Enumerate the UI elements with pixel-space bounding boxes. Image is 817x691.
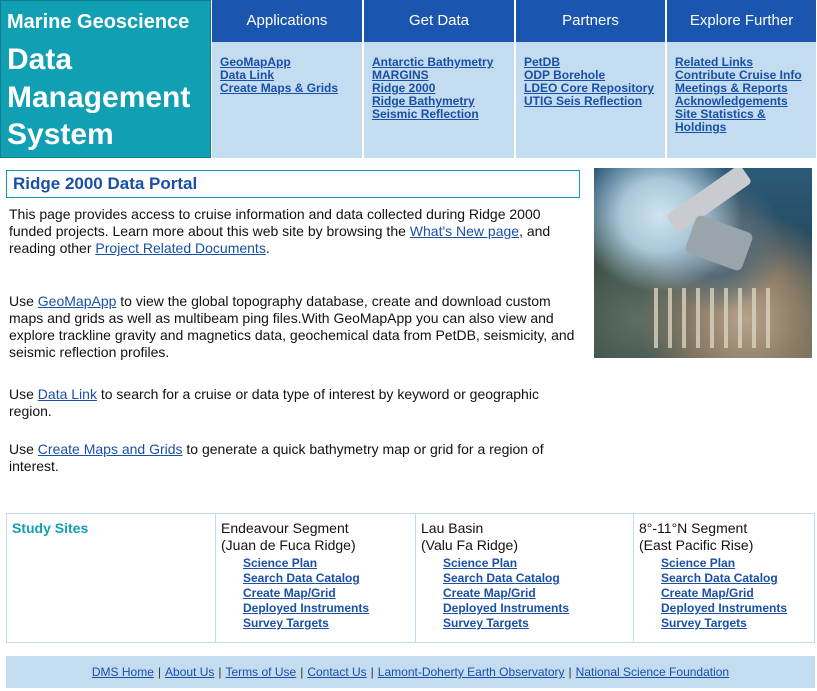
site-endeavour: Endeavour Segment (Juan de Fuca Ridge) S… [215, 514, 415, 642]
nav-link-create-maps-grids[interactable]: Create Maps & Grids [220, 82, 362, 95]
site-footer: DMS Home | About Us | Terms of Use | Contact U… [6, 656, 815, 688]
survey-targets-link[interactable]: Survey Targets [661, 616, 814, 631]
nav-links-partners: PetDB ODP Borehole LDEO Core Repository … [515, 42, 666, 158]
geomapapp-text-1: Use [9, 293, 38, 309]
create-maps-text-1: Use [9, 441, 38, 457]
whats-new-link[interactable]: What's New page [410, 223, 519, 239]
create-map-grid-link[interactable]: Create Map/Grid [443, 586, 633, 601]
deployed-instruments-link[interactable]: Deployed Instruments [443, 601, 633, 616]
logo-line-4: System [7, 118, 114, 151]
intro-paragraph: This page provides access to cruise info… [9, 206, 579, 257]
nav-links-get-data: Antarctic Bathymetry MARGINS Ridge 2000 … [363, 42, 515, 158]
site-logo[interactable]: Marine Geoscience Data Management System [0, 0, 211, 158]
site-lau-basin: Lau Basin (Valu Fa Ridge) Science Plan S… [415, 514, 633, 642]
nav-link-seismic-reflection[interactable]: Seismic Reflection [372, 108, 514, 121]
nav-heading-explore-further[interactable]: Explore Further [666, 0, 817, 42]
create-maps-paragraph: Use Create Maps and Grids to generate a … [9, 441, 579, 475]
footer-separator: | [218, 665, 222, 679]
data-link-link[interactable]: Data Link [38, 386, 97, 402]
site-name: Endeavour Segment [221, 520, 349, 536]
nav-heading-partners[interactable]: Partners [515, 0, 666, 42]
deployed-instruments-link[interactable]: Deployed Instruments [243, 601, 415, 616]
site-name: 8°-11°N Segment [639, 520, 748, 536]
survey-targets-link[interactable]: Survey Targets [243, 616, 415, 631]
nav-column-explore-further: Explore Further Related Links Contribute… [666, 0, 817, 158]
seafloor-photo [594, 168, 812, 358]
footer-dms-home-link[interactable]: DMS Home [92, 665, 154, 679]
study-sites-label: Study Sites [12, 520, 89, 536]
logo-line-1: Marine Geoscience [7, 11, 190, 33]
search-data-catalog-link[interactable]: Search Data Catalog [661, 571, 814, 586]
create-map-grid-link[interactable]: Create Map/Grid [243, 586, 415, 601]
science-plan-link[interactable]: Science Plan [243, 556, 415, 571]
site-header: Marine Geoscience Data Management System… [0, 0, 817, 160]
project-documents-link[interactable]: Project Related Documents [95, 240, 265, 256]
nav-link-site-statistics[interactable]: Site Statistics & Holdings [675, 108, 816, 134]
geomapapp-link[interactable]: GeoMapApp [38, 293, 117, 309]
geomapapp-paragraph: Use GeoMapApp to view the global topogra… [9, 293, 579, 361]
footer-contact-us-link[interactable]: Contact Us [307, 665, 366, 679]
footer-about-us-link[interactable]: About Us [165, 665, 214, 679]
create-maps-link[interactable]: Create Maps and Grids [38, 441, 183, 457]
search-data-catalog-link[interactable]: Search Data Catalog [443, 571, 633, 586]
nav-links-explore-further: Related Links Contribute Cruise Info Mee… [666, 42, 817, 158]
footer-ldeo-link[interactable]: Lamont-Doherty Earth Observatory [378, 665, 565, 679]
nav-heading-applications[interactable]: Applications [211, 0, 363, 42]
survey-targets-link[interactable]: Survey Targets [443, 616, 633, 631]
footer-separator: | [157, 665, 162, 679]
intro-text-3: . [265, 240, 270, 256]
logo-line-3: Management [7, 81, 191, 114]
footer-separator: | [568, 665, 572, 679]
nav-link-utig-seis-reflection[interactable]: UTIG Seis Reflection [524, 95, 665, 108]
science-plan-link[interactable]: Science Plan [443, 556, 633, 571]
site-epr-8-11n: 8°-11°N Segment (East Pacific Rise) Scie… [633, 514, 814, 642]
footer-terms-of-use-link[interactable]: Terms of Use [226, 665, 297, 679]
nav-column-partners: Partners PetDB ODP Borehole LDEO Core Re… [515, 0, 666, 158]
nav-column-applications: Applications GeoMapApp Data Link Create … [211, 0, 363, 158]
nav-heading-get-data[interactable]: Get Data [363, 0, 515, 42]
deployed-instruments-link[interactable]: Deployed Instruments [661, 601, 814, 616]
nav-column-get-data: Get Data Antarctic Bathymetry MARGINS Ri… [363, 0, 515, 158]
site-region: (Valu Fa Ridge) [421, 537, 519, 553]
data-link-paragraph: Use Data Link to search for a cruise or … [9, 386, 579, 420]
logo-line-2: Data [7, 43, 73, 76]
site-region: (East Pacific Rise) [639, 537, 754, 553]
create-map-grid-link[interactable]: Create Map/Grid [661, 586, 814, 601]
nav-links-applications: GeoMapApp Data Link Create Maps & Grids [211, 42, 363, 158]
study-sites-table: Study Sites Endeavour Segment (Juan de F… [6, 513, 815, 643]
site-name: Lau Basin [421, 520, 484, 536]
footer-separator: | [300, 665, 304, 679]
data-link-text-1: Use [9, 386, 38, 402]
science-plan-link[interactable]: Science Plan [661, 556, 814, 571]
footer-nsf-link[interactable]: National Science Foundation [576, 665, 729, 679]
site-region: (Juan de Fuca Ridge) [221, 537, 356, 553]
page-title: Ridge 2000 Data Portal [6, 170, 580, 198]
search-data-catalog-link[interactable]: Search Data Catalog [243, 571, 415, 586]
footer-separator: | [370, 665, 374, 679]
